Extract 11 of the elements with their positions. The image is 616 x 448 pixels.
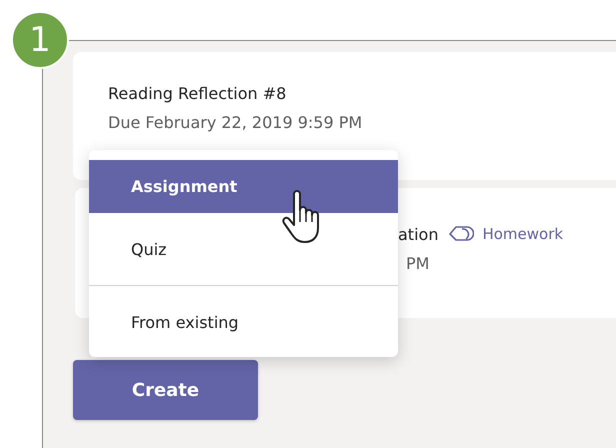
due-date: PM: [406, 254, 430, 273]
menu-item[interactable]: Assignment: [89, 160, 398, 213]
due-date: Due February 22, 2019 9:59 PM: [108, 113, 364, 132]
menu-item[interactable]: From existing: [89, 286, 398, 358]
category-tag[interactable]: Homework: [482, 225, 564, 243]
assignment-title: ation: [398, 224, 438, 244]
assignment-title: Reading Reflection #8: [108, 84, 286, 103]
tag-icon: [448, 224, 474, 244]
create-button[interactable]: Create: [73, 360, 258, 420]
step-badge: 1: [11, 11, 69, 69]
menu-item[interactable]: Quiz: [89, 213, 398, 285]
